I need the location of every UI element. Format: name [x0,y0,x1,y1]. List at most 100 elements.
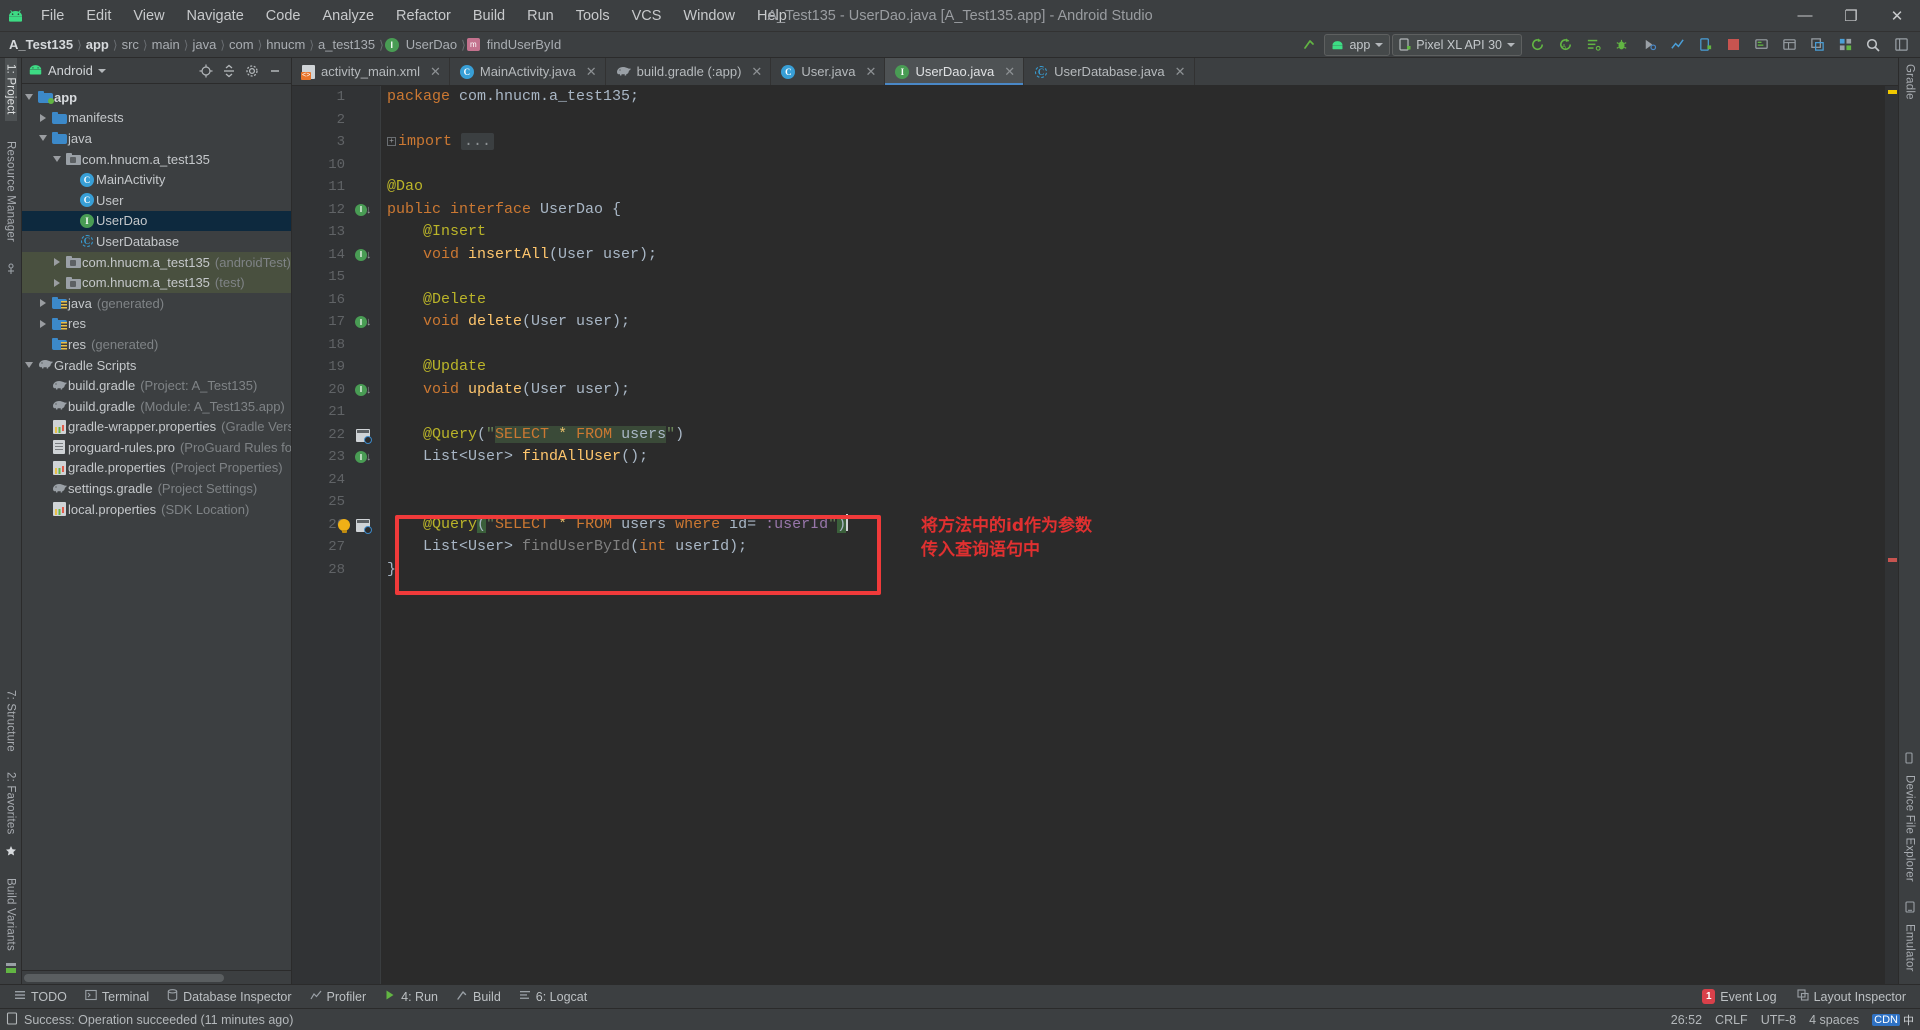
tool-button-layout-inspector[interactable]: Layout Inspector [1789,987,1914,1006]
run-implementations-icon[interactable]: I ↓ [355,451,372,463]
tool-button-run[interactable]: 4: Run [376,987,446,1006]
rail-item-emulator[interactable]: Emulator [1904,918,1916,978]
tree-node-res[interactable]: res [22,314,291,335]
tree-node-gradle-wrapper-properties[interactable]: gradle-wrapper.properties(Gradle Version… [22,417,291,438]
fold-expand-icon[interactable]: + [387,136,396,146]
project-horizontal-scrollbar[interactable] [22,970,291,984]
close-icon[interactable]: ✕ [586,64,597,80]
device-selector[interactable]: Pixel XL API 30 [1392,33,1522,56]
close-icon[interactable]: ✕ [866,64,877,80]
tree-node-java[interactable]: java (generated) [22,293,291,314]
tool-button-logcat[interactable]: 6: Logcat [511,987,595,1006]
breadcrumb-item-finduserbyid[interactable]: findUserById [484,37,564,52]
project-view-label[interactable]: Android [48,63,93,78]
maximize-button[interactable]: ❐ [1828,0,1874,31]
tree-node-com-hnucm-a-test135[interactable]: com.hnucm.a_test135 (androidTest) [22,251,291,273]
close-button[interactable]: ✕ [1874,0,1920,31]
breadcrumb-item-app[interactable]: app [83,37,112,52]
tool-button-build[interactable]: Build [448,987,509,1006]
breadcrumb-item-java[interactable]: java [189,37,219,52]
editor-tab-activity-main-xml[interactable]: activity_main.xml ✕ [292,58,450,85]
tree-node-com-hnucm-a-test135[interactable]: com.hnucm.a_test135 [22,149,291,170]
tree-node-manifests[interactable]: manifests [22,108,291,129]
tree-twisty-collapsed[interactable] [36,319,50,328]
ime-indicator[interactable]: CDN 中 [1872,1012,1914,1028]
menu-edit[interactable]: Edit [75,4,122,28]
tree-node-local-properties[interactable]: local.properties (SDK Location) [22,499,291,520]
menu-build[interactable]: Build [462,4,516,28]
tree-node-userdao[interactable]: I UserDao [22,210,291,232]
breadcrumb-item-userdao[interactable]: UserDao [403,37,460,52]
notification-icon[interactable] [6,1011,18,1028]
menu-help[interactable]: Help [746,4,798,28]
file-encoding[interactable]: UTF-8 [1761,1013,1796,1027]
rail-item-device-file-explorer[interactable]: Device File Explorer [1904,769,1916,888]
layout-editor-icon[interactable] [1776,34,1802,56]
tree-node-settings-gradle[interactable]: settings.gradle (Project Settings) [22,478,291,499]
close-icon[interactable]: ✕ [1175,64,1186,80]
caret-position[interactable]: 26:52 [1671,1013,1702,1027]
gutter-marker-column[interactable]: I ↓ I ↓ I ↓ I ↓ I ↓ [338,86,380,984]
rail-item-gradle[interactable]: Gradle [1904,58,1916,106]
settings-gear-icon[interactable] [242,61,262,81]
chevron-down-icon[interactable] [97,68,106,73]
make-project-icon[interactable] [1296,34,1322,56]
tree-twisty-expanded[interactable] [36,135,50,142]
database-query-icon[interactable] [356,428,372,444]
run-implementations-icon[interactable]: I ↓ [355,316,372,328]
tree-twisty-expanded[interactable] [22,362,36,369]
editor-tab-userdao-java[interactable]: I UserDao.java ✕ [885,58,1025,85]
sync-gradle-icon[interactable] [1524,34,1550,56]
line-separator[interactable]: CRLF [1715,1013,1748,1027]
analysis-scrollbar[interactable] [1884,86,1898,984]
run-implementations-icon[interactable]: I ↓ [355,203,372,216]
tree-node-mainactivity[interactable]: C MainActivity [22,169,291,190]
menu-view[interactable]: View [122,4,175,28]
tree-node-gradle-scripts[interactable]: Gradle Scripts [22,355,291,376]
rail-item-resource-manager[interactable]: Resource Manager [5,135,17,248]
database-query-icon[interactable] [356,518,372,534]
project-structure-icon[interactable] [1832,34,1858,56]
breadcrumb-item-com[interactable]: com [226,37,257,52]
minimize-button[interactable]: — [1782,0,1828,31]
tree-twisty-collapsed[interactable] [50,278,64,287]
inspection-marker-warning[interactable] [1888,90,1897,94]
tool-button-event-log[interactable]: 1 Event Log [1694,987,1784,1006]
tool-button-todo[interactable]: TODO [6,987,75,1006]
tree-twisty-collapsed[interactable] [36,299,50,308]
collapse-all-icon[interactable] [219,61,239,81]
tree-node-app[interactable]: app [22,87,291,108]
tree-twisty-collapsed[interactable] [36,113,50,122]
rail-item-structure[interactable]: 7: Structure [5,684,17,758]
editor-tab-mainactivity-java[interactable]: C MainActivity.java ✕ [450,58,606,85]
tree-node-build-gradle[interactable]: build.gradle (Module: A_Test135.app) [22,396,291,417]
stop-icon[interactable] [1720,34,1746,56]
menu-refactor[interactable]: Refactor [385,4,462,28]
tree-twisty-expanded[interactable] [50,156,64,163]
breadcrumb-item-project[interactable]: A_Test135 [6,37,76,52]
tool-button-profiler[interactable]: Profiler [302,987,375,1006]
menu-analyze[interactable]: Analyze [311,4,385,28]
menu-file[interactable]: File [30,4,75,28]
tree-twisty-expanded[interactable] [22,94,36,101]
debug-icon[interactable] [1608,34,1634,56]
close-icon[interactable]: ✕ [430,64,441,80]
search-everywhere-icon[interactable] [1860,34,1886,56]
breadcrumb-item-src[interactable]: src [119,37,142,52]
menu-navigate[interactable]: Navigate [176,4,255,28]
tool-button-database-inspector[interactable]: Database Inspector [159,987,299,1006]
breadcrumb-item-hnucm[interactable]: hnucm [263,37,308,52]
intention-bulb-icon[interactable] [338,518,350,533]
editor-tab-user-java[interactable]: C User.java ✕ [771,58,886,85]
indent-setting[interactable]: 4 spaces [1809,1013,1859,1027]
tree-node-com-hnucm-a-test135[interactable]: com.hnucm.a_test135 (test) [22,272,291,293]
editor-tab-bar[interactable]: activity_main.xml✕CMainActivity.java✕bui… [292,58,1898,86]
rail-item-build-variants[interactable]: Build Variants [5,872,17,957]
rail-item-favorites[interactable]: 2: Favorites [5,766,17,840]
sdk-manager-icon[interactable] [1748,34,1774,56]
code-content[interactable]: package com.hnucm.a_test135; + import ...… [380,86,1884,984]
menu-code[interactable]: Code [255,4,312,28]
menu-tools[interactable]: Tools [565,4,621,28]
tree-node-res[interactable]: res (generated) [22,334,291,355]
menu-window[interactable]: Window [672,4,746,28]
